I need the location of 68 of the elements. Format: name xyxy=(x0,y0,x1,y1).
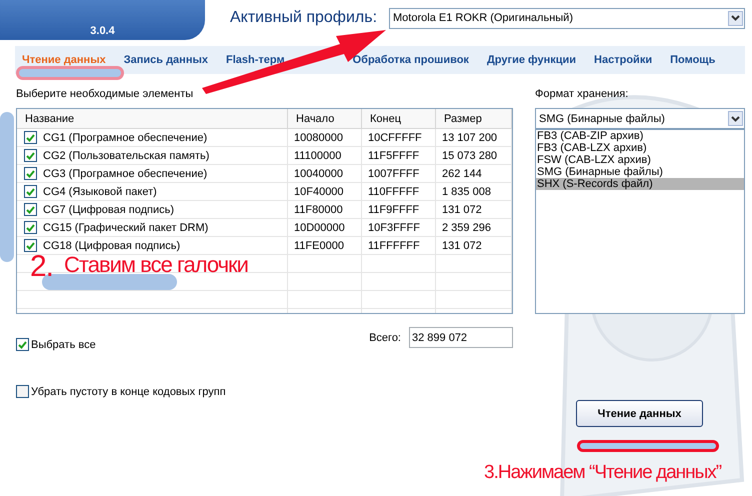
total-label: Всего: xyxy=(369,332,401,344)
total-field[interactable]: 32 899 072 xyxy=(409,327,513,348)
column-header[interactable]: Название xyxy=(17,109,288,128)
checkbox[interactable] xyxy=(24,131,37,144)
annotation-text: Ставим все галочки xyxy=(64,252,248,278)
chevron-down-icon xyxy=(731,15,740,21)
list-option[interactable]: SMG (Бинарные файлы) xyxy=(536,166,744,178)
table-cell: 1 835 008 xyxy=(436,183,512,200)
format-label: Формат хранения: xyxy=(535,88,630,101)
table-cell: 11F80000 xyxy=(288,201,362,218)
tab[interactable]: Другие функции xyxy=(484,54,578,66)
table-cell: CG7 (Цифровая подпись) xyxy=(43,204,174,216)
read-data-button[interactable]: Чтение данных xyxy=(576,400,703,427)
tab[interactable]: Обработка прошивок xyxy=(350,54,471,66)
table-cell: 10080000 xyxy=(288,129,362,146)
table-cell: CG2 (Пользовательская память) xyxy=(43,150,210,162)
column-header[interactable]: Начало xyxy=(288,109,362,128)
table-cell: 10CFFFFF xyxy=(362,129,436,146)
checkbox[interactable] xyxy=(24,167,37,180)
table-cell: 15 073 280 xyxy=(436,147,512,164)
list-option[interactable]: FSW (CAB-LZX архив) xyxy=(536,154,744,166)
table-cell: CG3 (Програмное обеспечение) xyxy=(43,168,208,180)
column-header[interactable]: Конец xyxy=(362,109,436,128)
table-cell: 13 107 200 xyxy=(436,129,512,146)
table-cell: 131 072 xyxy=(436,201,512,218)
checkbox[interactable] xyxy=(16,385,29,398)
checkbox[interactable] xyxy=(24,239,37,252)
table-cell: 11F5FFFF xyxy=(362,147,436,164)
table-cell: 11FFFFFF xyxy=(362,237,436,254)
checkbox-label: Убрать пустоту в конце кодовых групп xyxy=(31,386,226,398)
table-cell: 110FFFFF xyxy=(362,183,436,200)
profile-label: Активный профиль: xyxy=(230,9,378,27)
table-cell: 11F9FFFF xyxy=(362,201,436,218)
chevron-down-icon xyxy=(731,116,740,122)
table-cell: 262 144 xyxy=(436,165,512,182)
table-cell: 10040000 xyxy=(288,165,362,182)
table-cell: 1007FFFF xyxy=(362,165,436,182)
column-header[interactable]: Размер xyxy=(436,109,512,128)
table-cell: 10F40000 xyxy=(288,183,362,200)
table-cell: 10D00000 xyxy=(288,219,362,236)
profile-dropdown[interactable]: Motorola E1 ROKR (Оригинальный) xyxy=(389,8,745,28)
tab[interactable]: Помощь xyxy=(668,54,718,66)
table-cell: 2 359 296 xyxy=(436,219,512,236)
table-cell: CG18 (Цифровая подпись) xyxy=(43,240,180,252)
checkbox[interactable] xyxy=(24,221,37,234)
section-label: Выберите необходимые элементы xyxy=(16,88,194,101)
list-option[interactable]: FB3 (CAB-ZIP архив) xyxy=(536,130,744,142)
tab[interactable]: Настройки xyxy=(592,54,654,66)
checkbox[interactable] xyxy=(24,185,37,198)
annotation-text: 3.Нажимаем “Чтение данных” xyxy=(484,462,722,484)
checkbox-label: Выбрать все xyxy=(31,338,96,350)
table-cell: CG15 (Графический пакет DRM) xyxy=(43,222,208,234)
checkbox[interactable] xyxy=(24,149,37,162)
checkbox[interactable] xyxy=(16,338,29,351)
table-cell: CG1 (Програмное обеспечение) xyxy=(43,132,208,144)
table-cell: 10F3FFFF xyxy=(362,219,436,236)
list-option[interactable]: SHX (S-Records файл) xyxy=(536,178,744,190)
table-cell: CG4 (Языковой пакет) xyxy=(43,186,157,198)
tab[interactable]: Flash-терм xyxy=(224,54,287,66)
version-label: 3.0.4 xyxy=(90,25,115,37)
checkbox[interactable] xyxy=(24,203,37,216)
tab[interactable]: Запись данных xyxy=(122,54,210,66)
annotation-number: 2. xyxy=(30,250,54,284)
table-cell: 11100000 xyxy=(288,147,362,164)
list-option[interactable]: FB3 (CAB-LZX архив) xyxy=(536,142,744,154)
format-dropdown[interactable]: SMG (Бинарные файлы) xyxy=(535,108,745,129)
table-cell: 11FE0000 xyxy=(288,237,362,254)
table-cell: 131 072 xyxy=(436,237,512,254)
